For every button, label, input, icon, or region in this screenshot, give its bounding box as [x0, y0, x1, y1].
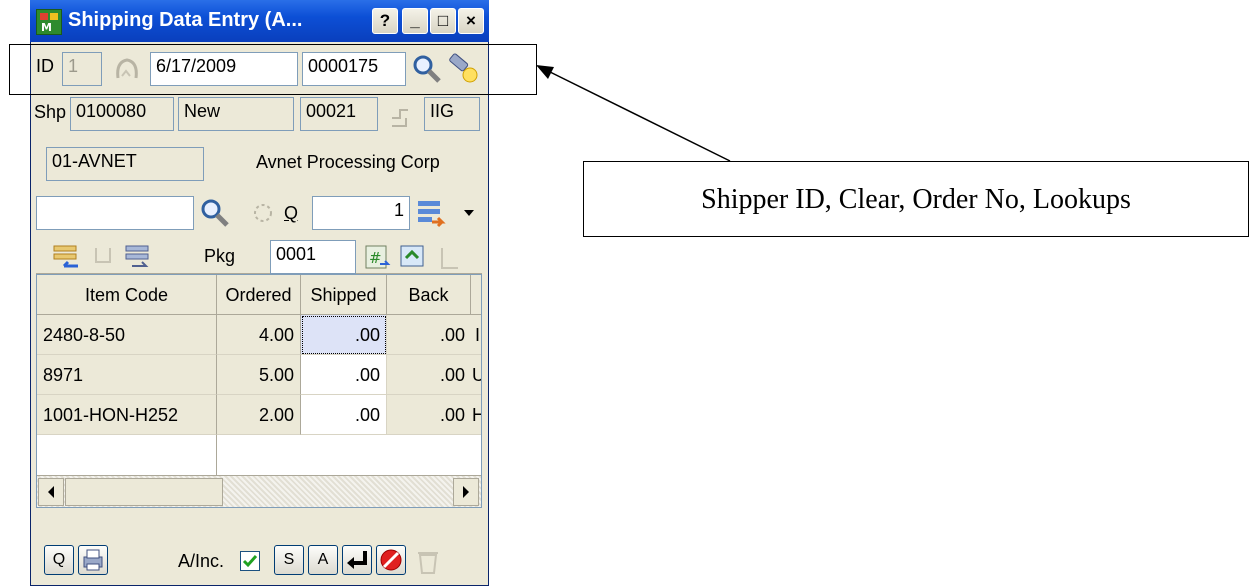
- enter-arrow-icon: [347, 551, 367, 569]
- table-row-item[interactable]: 8971: [37, 355, 217, 395]
- table-row-ordered: 2.00: [217, 395, 301, 435]
- shipper-number-field: 0100080: [70, 97, 174, 131]
- shp-label: Shp: [34, 102, 67, 122]
- item-lookup-icon[interactable]: [198, 196, 232, 230]
- quantity-label: Q: [284, 203, 299, 223]
- help-button[interactable]: ?: [372, 8, 398, 34]
- column-header-item-code[interactable]: Item Code: [37, 275, 217, 315]
- item-search-input[interactable]: [36, 196, 194, 230]
- accept-button[interactable]: [342, 545, 372, 575]
- print-button[interactable]: [78, 545, 108, 575]
- table-row-back: .00: [387, 315, 471, 355]
- table-row-extra: H: [471, 395, 481, 435]
- column-header-shipped[interactable]: Shipped: [301, 275, 387, 315]
- package-refresh-icon[interactable]: [396, 240, 430, 274]
- s-button[interactable]: S: [274, 545, 304, 575]
- maximize-button[interactable]: □: [430, 8, 456, 34]
- scroll-thumb[interactable]: [65, 478, 223, 506]
- warehouse-field: IIG: [424, 97, 480, 131]
- auto-inc-label: A/Inc.: [178, 551, 225, 571]
- callout-box: Shipper ID, Clear, Order No, Lookups: [583, 161, 1249, 237]
- scroll-left-icon[interactable]: [38, 478, 64, 506]
- table-row-shipped-cell[interactable]: .00: [301, 355, 387, 395]
- bracket-icon: [88, 242, 118, 272]
- link-icon: [384, 100, 418, 130]
- auto-inc-checkbox[interactable]: [240, 551, 260, 571]
- table-row-item[interactable]: 2480-8-50: [37, 315, 217, 355]
- table-row-ordered: 5.00: [217, 355, 301, 395]
- code-field: 00021: [300, 97, 378, 131]
- status-field: New: [178, 97, 294, 131]
- cancel-icon: [380, 549, 402, 571]
- table-row-extra: U: [471, 355, 481, 395]
- table-row-back: .00: [387, 395, 471, 435]
- title-bar[interactable]: M Shipping Data Entry (A... ? _ □ ×: [30, 0, 489, 42]
- close-button[interactable]: ×: [458, 8, 484, 34]
- delete-icon: [414, 547, 442, 577]
- cancel-button[interactable]: [376, 545, 406, 575]
- window-title: Shipping Data Entry (A...: [68, 9, 303, 31]
- quantity-field[interactable]: 1: [312, 196, 410, 230]
- package-right-icon[interactable]: [122, 240, 156, 272]
- horizontal-scrollbar[interactable]: [37, 475, 481, 507]
- column-header-extra: [471, 275, 481, 315]
- scroll-right-icon[interactable]: [453, 478, 479, 506]
- package-left-icon[interactable]: [50, 240, 84, 272]
- item-grid: Item Code Ordered Shipped Back 2480-8-50…: [36, 274, 482, 508]
- a-button[interactable]: A: [308, 545, 338, 575]
- minimize-button[interactable]: _: [402, 8, 428, 34]
- package-label: Pkg: [204, 246, 236, 266]
- dropdown-arrow-icon[interactable]: [462, 206, 476, 220]
- table-row-extra: I: [471, 315, 481, 355]
- checkmark-icon: [242, 555, 258, 568]
- table-row-shipped-cell[interactable]: .00: [301, 315, 387, 355]
- table-row-shipped-cell[interactable]: .00: [301, 395, 387, 435]
- customer-number-field: 01-AVNET: [46, 147, 204, 181]
- printer-icon: [83, 549, 103, 571]
- highlight-box: [9, 44, 537, 95]
- package-number-field[interactable]: 0001: [270, 240, 356, 274]
- package-number-icon[interactable]: #: [360, 240, 392, 274]
- column-header-back[interactable]: Back: [387, 275, 471, 315]
- table-row-item[interactable]: 1001-HON-H252: [37, 395, 217, 435]
- table-row-ordered: 4.00: [217, 315, 301, 355]
- app-icon: M: [36, 9, 62, 35]
- svg-text:#: #: [369, 249, 382, 267]
- column-header-ordered[interactable]: Ordered: [217, 275, 301, 315]
- callout-arrow: [536, 65, 731, 162]
- package-blank-icon: [436, 244, 466, 272]
- transfer-icon[interactable]: [414, 196, 448, 230]
- customer-name: Avnet Processing Corp: [256, 152, 440, 172]
- svg-text:M: M: [41, 21, 52, 34]
- table-row-back: .00: [387, 355, 471, 395]
- q-button[interactable]: Q: [44, 545, 74, 575]
- dotted-circle-icon: [250, 200, 276, 226]
